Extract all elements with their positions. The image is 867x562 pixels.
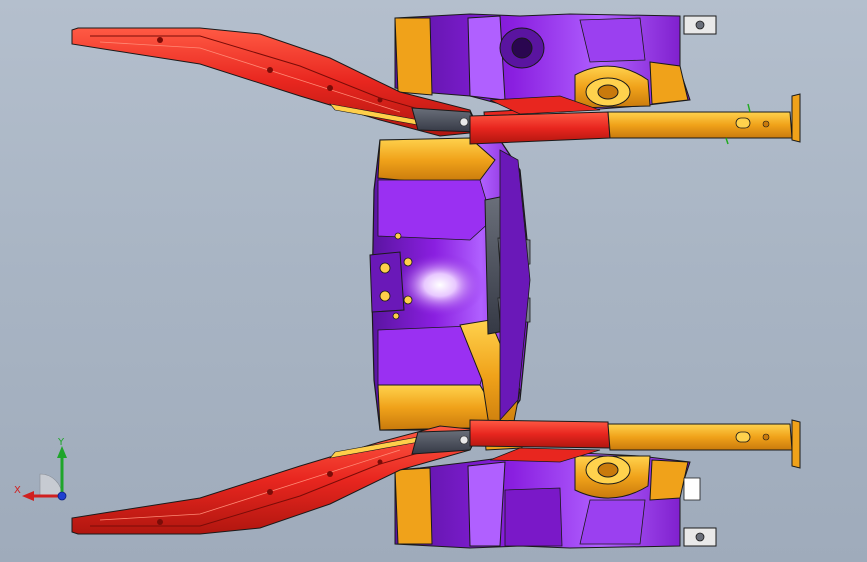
triad-x-label: X	[14, 485, 21, 496]
3d-viewport[interactable]: Y X	[0, 0, 867, 562]
triad-axes-icon	[22, 446, 67, 501]
triad-y-label: Y	[58, 437, 65, 448]
lower-shock-tower	[394, 451, 717, 549]
cad-model[interactable]	[0, 0, 867, 562]
central-crossmember	[369, 137, 531, 433]
orientation-triad[interactable]: Y X	[10, 438, 80, 510]
